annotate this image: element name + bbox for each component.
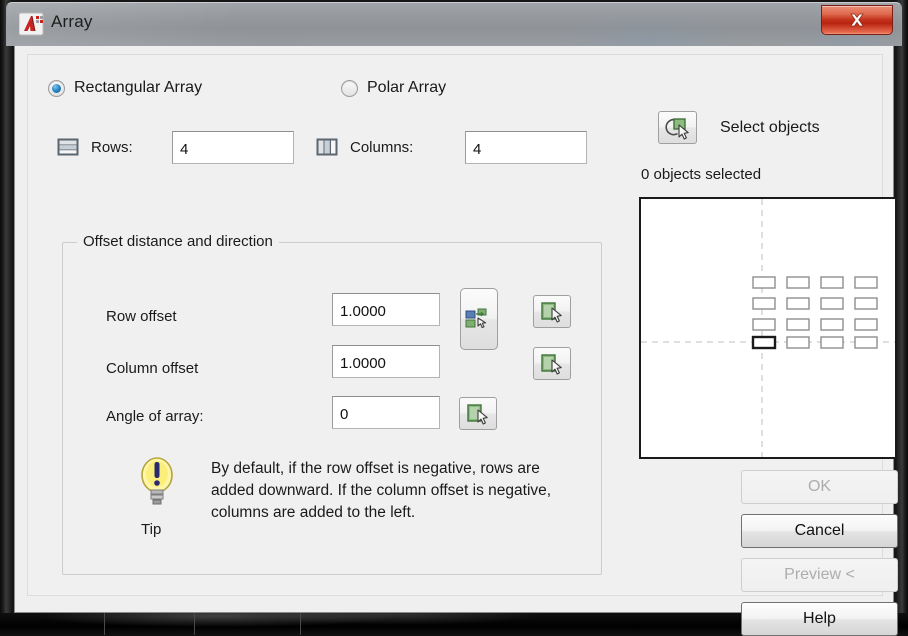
ok-button[interactable]: OK <box>741 470 898 504</box>
array-preview-graphic <box>641 199 895 457</box>
columns-label: Columns: <box>350 139 414 156</box>
preview-button[interactable]: Preview < <box>741 558 898 592</box>
preview-array-items <box>751 276 878 350</box>
pick-both-offsets-button[interactable] <box>460 288 498 350</box>
pick-both-offsets-icon <box>465 308 487 329</box>
pick-angle-button[interactable] <box>459 397 497 430</box>
select-objects-label: Select objects <box>720 119 820 136</box>
pick-row-offset-icon <box>541 301 562 323</box>
pick-angle-icon <box>467 403 488 425</box>
window-frame: Array Rectangular Array Polar Array Rows… <box>0 0 908 636</box>
pick-column-offset-icon <box>541 353 562 375</box>
array-preview-panel <box>639 197 897 459</box>
dialog-body: Rectangular Array Polar Array Rows: 4 Co… <box>14 46 898 636</box>
column-offset-label: Column offset <box>106 360 199 377</box>
help-button[interactable]: Help <box>741 602 898 636</box>
tip-word: Tip <box>141 521 162 538</box>
pick-column-offset-button[interactable] <box>533 347 571 380</box>
radio-polar-array-dot <box>341 79 358 97</box>
radio-polar-array[interactable]: Polar Array <box>341 79 446 97</box>
radio-rectangular-array-label: Rectangular Array <box>74 79 203 96</box>
radio-polar-array-label: Polar Array <box>367 79 447 96</box>
select-objects-button[interactable] <box>658 111 697 144</box>
lightbulb-icon <box>136 451 178 518</box>
cancel-button-label: Cancel <box>794 522 845 539</box>
columns-icon <box>316 136 338 163</box>
preview-button-label: Preview < <box>784 566 855 583</box>
columns-input[interactable] <box>465 131 587 164</box>
title-bar-glass <box>7 3 901 46</box>
rows-label: Rows: <box>91 139 133 156</box>
help-button-label: Help <box>803 610 836 627</box>
autocad-logo-icon <box>18 12 45 36</box>
title-bar[interactable]: Array <box>6 2 902 46</box>
radio-rectangular-array-dot <box>48 79 65 97</box>
row-offset-input[interactable] <box>332 293 440 326</box>
row-offset-label: Row offset <box>106 308 177 325</box>
pick-row-offset-button[interactable] <box>533 295 571 328</box>
column-offset-input[interactable] <box>332 345 440 378</box>
angle-of-array-input[interactable] <box>332 396 440 429</box>
select-objects-icon <box>664 117 689 140</box>
offset-group-title: Offset distance and direction <box>77 233 279 250</box>
close-icon <box>850 13 864 27</box>
ok-button-label: OK <box>807 478 832 495</box>
rows-input[interactable] <box>172 131 294 164</box>
angle-of-array-label: Angle of array: <box>106 408 204 425</box>
radio-rectangular-array[interactable]: Rectangular Array <box>48 79 202 97</box>
dialog-content-panel: Rectangular Array Polar Array Rows: 4 Co… <box>27 54 898 636</box>
objects-selected-status: 0 objects selected <box>641 166 762 183</box>
cancel-button[interactable]: Cancel <box>741 514 898 548</box>
preview-base-item <box>751 335 777 350</box>
tip-text: By default, if the row offset is negativ… <box>211 460 552 521</box>
window-title: Array <box>51 12 93 31</box>
close-button[interactable] <box>821 5 893 35</box>
rows-icon <box>57 136 79 163</box>
